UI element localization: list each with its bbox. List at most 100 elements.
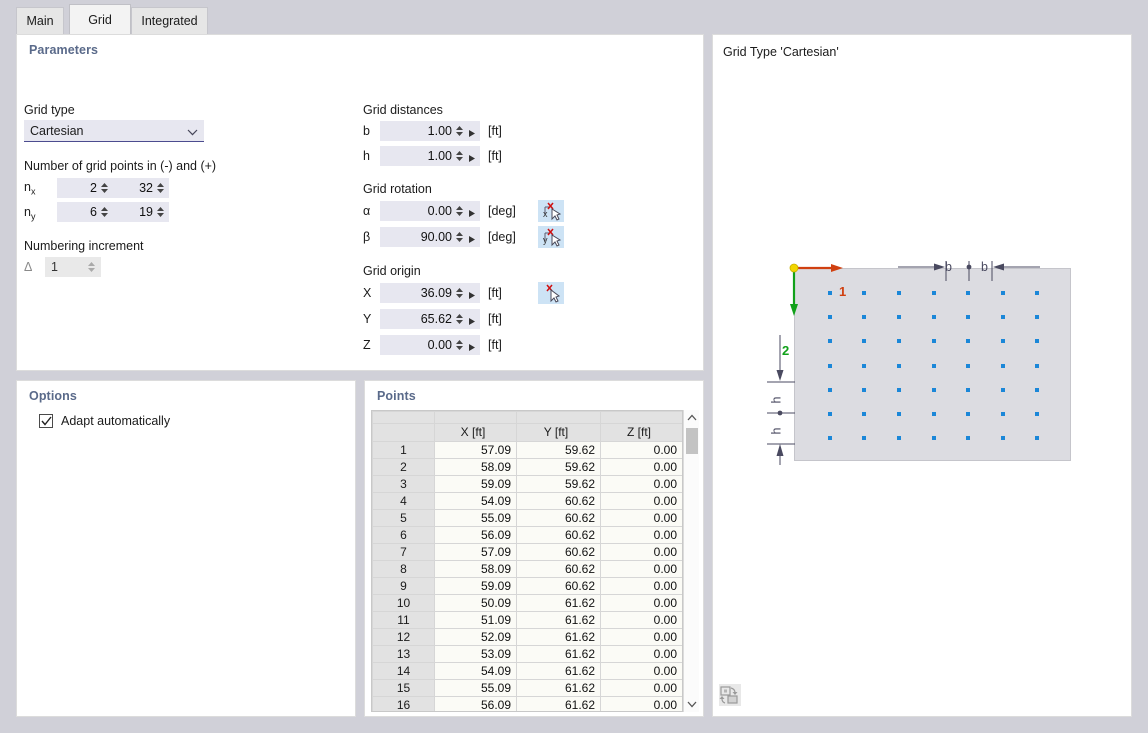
cell-y[interactable]: 59.62 [517,459,601,476]
table-row[interactable]: 858.0960.620.00 [373,561,683,578]
rotate-view-icon[interactable] [719,684,741,706]
spinner-arrows-icon[interactable] [156,181,165,195]
cell-x[interactable]: 55.09 [435,510,517,527]
cell-z[interactable]: 0.00 [601,476,683,493]
pick-x-direction-button[interactable]: x [538,200,564,222]
cell-x[interactable]: 58.09 [435,561,517,578]
table-row[interactable]: 1656.0961.620.00 [373,697,683,713]
cell-y[interactable]: 61.62 [517,663,601,680]
scroll-down-icon[interactable] [684,696,700,712]
spinner-arrows-icon[interactable] [455,312,464,326]
grid-distance-b-field[interactable]: 1.00 [380,121,480,141]
table-row[interactable]: 359.0959.620.00 [373,476,683,493]
field-options-arrow-icon[interactable] [468,127,476,136]
cell-y[interactable]: 60.62 [517,561,601,578]
cell-x[interactable]: 59.09 [435,476,517,493]
column-header-y[interactable]: Y [ft] [517,424,601,442]
table-row[interactable]: 757.0960.620.00 [373,544,683,561]
tab-grid[interactable]: Grid [69,4,131,34]
cell-y[interactable]: 60.62 [517,578,601,595]
ny-positive-field[interactable]: 19 [113,202,169,222]
cell-y[interactable]: 60.62 [517,510,601,527]
cell-z[interactable]: 0.00 [601,442,683,459]
cell-x[interactable]: 50.09 [435,595,517,612]
scroll-up-icon[interactable] [684,410,700,426]
column-header-z[interactable]: Z [ft] [601,424,683,442]
cell-x[interactable]: 59.09 [435,578,517,595]
cell-z[interactable]: 0.00 [601,527,683,544]
table-row[interactable]: 1555.0961.620.00 [373,680,683,697]
table-row[interactable]: 258.0959.620.00 [373,459,683,476]
cell-z[interactable]: 0.00 [601,646,683,663]
cell-x[interactable]: 56.09 [435,697,517,713]
cell-z[interactable]: 0.00 [601,612,683,629]
cell-x[interactable]: 56.09 [435,527,517,544]
table-row[interactable]: 1151.0961.620.00 [373,612,683,629]
cell-z[interactable]: 0.00 [601,697,683,713]
cell-y[interactable]: 61.62 [517,697,601,713]
adapt-automatically-checkbox[interactable] [39,414,53,428]
points-table-scrollbar[interactable] [683,410,699,712]
grid-origin-z-field[interactable]: 0.00 [380,335,480,355]
cell-x[interactable]: 57.09 [435,544,517,561]
spinner-arrows-icon[interactable] [455,286,464,300]
points-table[interactable]: X [ft] Y [ft] Z [ft] 157.0959.620.00258.… [371,410,683,712]
nx-positive-field[interactable]: 32 [113,178,169,198]
cell-y[interactable]: 59.62 [517,442,601,459]
cell-z[interactable]: 0.00 [601,595,683,612]
tab-integrated[interactable]: Integrated [131,7,208,34]
spinner-arrows-icon[interactable] [455,338,464,352]
cell-x[interactable]: 57.09 [435,442,517,459]
cell-z[interactable]: 0.00 [601,459,683,476]
scrollbar-thumb[interactable] [686,428,698,454]
spinner-arrows-icon[interactable] [156,205,165,219]
cell-y[interactable]: 61.62 [517,612,601,629]
field-options-arrow-icon[interactable] [468,233,476,242]
table-row[interactable]: 555.0960.620.00 [373,510,683,527]
grid-origin-x-field[interactable]: 36.09 [380,283,480,303]
table-row[interactable]: 959.0960.620.00 [373,578,683,595]
cell-y[interactable]: 61.62 [517,629,601,646]
field-options-arrow-icon[interactable] [468,207,476,216]
grid-distance-h-field[interactable]: 1.00 [380,146,480,166]
cell-z[interactable]: 0.00 [601,493,683,510]
column-header-x[interactable]: X [ft] [435,424,517,442]
grid-origin-y-field[interactable]: 65.62 [380,309,480,329]
cell-y[interactable]: 61.62 [517,646,601,663]
nx-negative-field[interactable]: 2 [57,178,113,198]
cell-z[interactable]: 0.00 [601,578,683,595]
cell-y[interactable]: 60.62 [517,544,601,561]
cell-x[interactable]: 53.09 [435,646,517,663]
cell-z[interactable]: 0.00 [601,663,683,680]
cell-x[interactable]: 55.09 [435,680,517,697]
table-row[interactable]: 1252.0961.620.00 [373,629,683,646]
tab-main[interactable]: Main [16,7,64,34]
table-row[interactable]: 1454.0961.620.00 [373,663,683,680]
field-options-arrow-icon[interactable] [468,315,476,324]
table-row[interactable]: 1050.0961.620.00 [373,595,683,612]
cell-x[interactable]: 52.09 [435,629,517,646]
field-options-arrow-icon[interactable] [468,341,476,350]
spinner-arrows-icon[interactable] [455,230,464,244]
field-options-arrow-icon[interactable] [468,289,476,298]
cell-z[interactable]: 0.00 [601,544,683,561]
cell-x[interactable]: 54.09 [435,493,517,510]
grid-type-combobox[interactable]: Cartesian [24,120,204,142]
cell-z[interactable]: 0.00 [601,629,683,646]
pick-origin-point-button[interactable] [538,282,564,304]
cell-y[interactable]: 61.62 [517,595,601,612]
cell-y[interactable]: 61.62 [517,680,601,697]
numbering-increment-field[interactable]: 1 [45,257,101,277]
spinner-arrows-icon[interactable] [100,205,109,219]
cell-y[interactable]: 60.62 [517,493,601,510]
table-row[interactable]: 454.0960.620.00 [373,493,683,510]
cell-y[interactable]: 59.62 [517,476,601,493]
spinner-arrows-icon[interactable] [455,204,464,218]
table-row[interactable]: 157.0959.620.00 [373,442,683,459]
spinner-arrows-icon[interactable] [455,124,464,138]
field-options-arrow-icon[interactable] [468,152,476,161]
column-header-no[interactable] [373,424,435,442]
table-row[interactable]: 1353.0961.620.00 [373,646,683,663]
cell-x[interactable]: 54.09 [435,663,517,680]
cell-x[interactable]: 51.09 [435,612,517,629]
